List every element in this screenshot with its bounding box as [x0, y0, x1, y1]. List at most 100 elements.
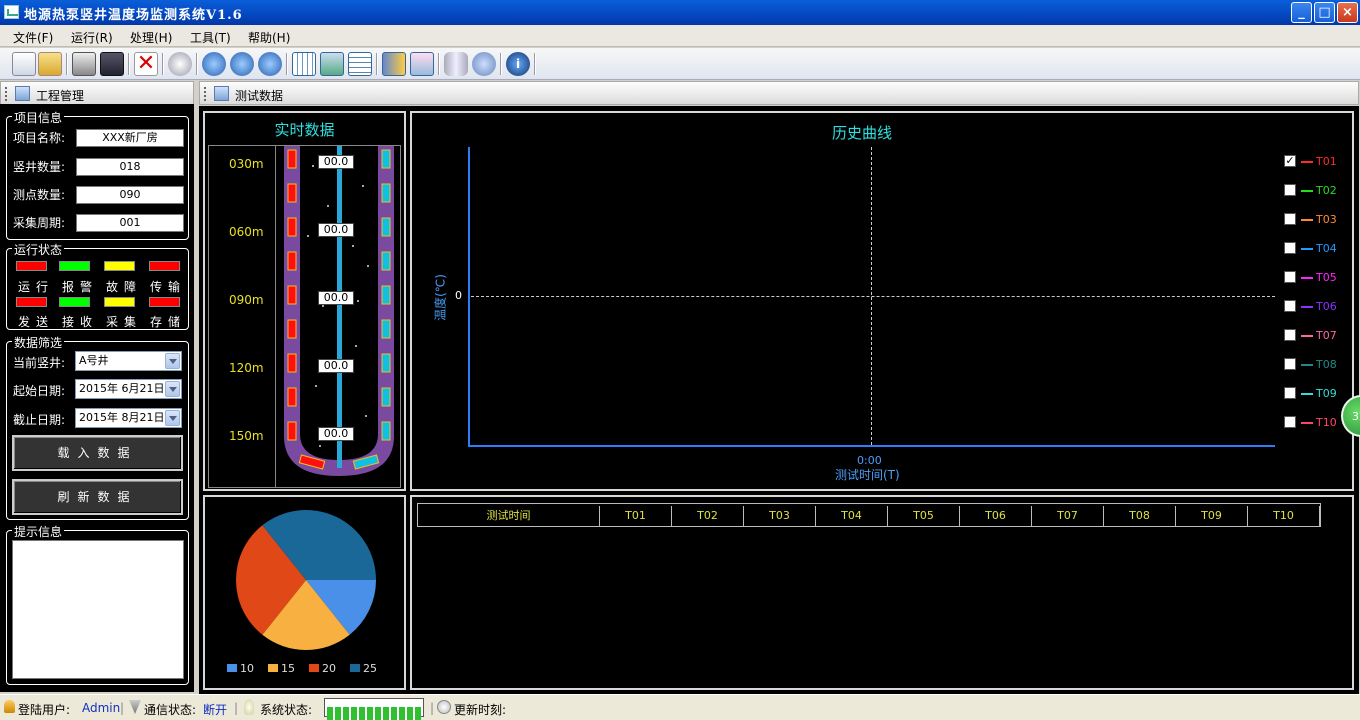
series-checkbox[interactable]	[1284, 184, 1296, 196]
load-data-button[interactable]: 载入数据	[12, 435, 183, 471]
table-header-cell[interactable]: T07	[1032, 506, 1104, 526]
play-icon[interactable]	[230, 52, 254, 76]
pie-chart: 10 15 20 25	[227, 510, 377, 675]
table-header: 测试时间 T01 T02 T03 T04 T05 T06 T07 T08 T09 T10	[417, 503, 1321, 527]
menu-help[interactable]: 帮助(H)	[248, 29, 290, 46]
series-label: T02	[1316, 184, 1337, 197]
points-count-field[interactable]: 090	[76, 186, 184, 204]
menu-file[interactable]: 文件(F)	[13, 29, 53, 46]
table-header-cell[interactable]: T10	[1248, 506, 1320, 526]
series-swatch	[1301, 161, 1313, 163]
reading-value: 00.0	[318, 291, 354, 305]
chart-icon[interactable]	[320, 52, 344, 76]
open-folder-icon[interactable]	[38, 52, 62, 76]
database-icon[interactable]	[444, 52, 468, 76]
table-header-cell[interactable]: T09	[1176, 506, 1248, 526]
reading-value: 00.0	[318, 359, 354, 373]
close-button[interactable]: ×	[1337, 2, 1358, 23]
legend-swatch	[350, 664, 360, 672]
series-checkbox[interactable]	[1284, 242, 1296, 254]
toolbar: ✕ i	[0, 48, 1360, 80]
table-header-cell[interactable]: T01	[600, 506, 672, 526]
realtime-title: 实时数据	[274, 121, 335, 139]
user-icon	[4, 700, 15, 713]
series-checkbox[interactable]	[1284, 387, 1296, 399]
series-checkbox[interactable]	[1284, 329, 1296, 341]
info-icon[interactable]: i	[506, 52, 530, 76]
led-fault	[104, 261, 135, 271]
end-date-picker[interactable]: 2015年 8月21日	[75, 408, 182, 428]
series-label: T01	[1316, 155, 1337, 168]
series-label: T03	[1316, 213, 1337, 226]
series-swatch	[1301, 248, 1313, 250]
grid-icon[interactable]	[292, 52, 316, 76]
hint-group: 提示信息	[6, 523, 189, 685]
maximize-button[interactable]: □	[1314, 2, 1335, 23]
table-header-cell[interactable]: 测试时间	[418, 506, 600, 526]
menu-process[interactable]: 处理(H)	[130, 29, 172, 46]
chevron-down-icon[interactable]	[165, 381, 180, 397]
new-file-icon[interactable]	[12, 52, 36, 76]
refresh-icon[interactable]	[472, 52, 496, 76]
reading-value: 00.0	[318, 223, 354, 237]
led-send	[16, 297, 47, 307]
history-chart-panel: 历史曲线 0 0:00 测试时间(T) 温度(℃) ✓ T01 T02 T03 T04 T…	[410, 111, 1354, 491]
realtime-panel: 实时数据 030m 060m 090m 120m 150m 00.0 00.0 …	[203, 111, 406, 491]
menu-run[interactable]: 运行(R)	[71, 29, 113, 46]
export-icon[interactable]	[410, 52, 434, 76]
collect-period-field[interactable]: 001	[76, 214, 184, 232]
minimize-button[interactable]: _	[1291, 2, 1312, 23]
table-header-cell[interactable]: T05	[888, 506, 960, 526]
chevron-down-icon[interactable]	[165, 353, 180, 369]
list-icon[interactable]	[348, 52, 372, 76]
left-panel-header: 工程管理	[0, 81, 194, 105]
well-select[interactable]: A号井	[75, 351, 182, 371]
series-checkbox[interactable]	[1284, 213, 1296, 225]
wells-count-field[interactable]: 018	[76, 158, 184, 176]
pause-icon[interactable]	[258, 52, 282, 76]
depth-label: 120m	[229, 361, 264, 375]
zero-gridline	[471, 296, 1275, 297]
depth-label: 030m	[229, 157, 264, 171]
run-status-group: 运行状态 运行 报警 故障 传输 发送 接收 采集 存储	[6, 241, 189, 330]
table-header-cell[interactable]: T02	[672, 506, 744, 526]
compare-icon[interactable]	[382, 52, 406, 76]
hint-textbox[interactable]	[12, 540, 184, 679]
data-table-panel: 测试时间 T01 T02 T03 T04 T05 T06 T07 T08 T09 T10	[410, 495, 1354, 690]
project-icon	[15, 86, 30, 101]
step-back-icon[interactable]	[202, 52, 226, 76]
table-header-cell[interactable]: T06	[960, 506, 1032, 526]
system-progress	[324, 698, 424, 720]
refresh-data-button[interactable]: 刷新数据	[12, 479, 183, 515]
table-header-cell[interactable]: T03	[744, 506, 816, 526]
series-swatch	[1301, 335, 1313, 337]
series-checkbox[interactable]	[1284, 271, 1296, 283]
print-icon[interactable]	[72, 52, 96, 76]
series-swatch	[1301, 422, 1313, 424]
x-gridline	[871, 147, 872, 445]
led-receive	[59, 297, 90, 307]
series-label: T05	[1316, 271, 1337, 284]
series-checkbox[interactable]: ✓	[1284, 155, 1296, 167]
project-name-field[interactable]: XXX新厂房	[76, 129, 184, 147]
delete-icon[interactable]: ✕	[134, 52, 158, 76]
series-swatch	[1301, 219, 1313, 221]
y-axis-label: 温度(℃)	[433, 274, 448, 321]
series-checkbox[interactable]	[1284, 300, 1296, 312]
menu-tools[interactable]: 工具(T)	[190, 29, 231, 46]
series-checkbox[interactable]	[1284, 358, 1296, 370]
save-icon[interactable]	[100, 52, 124, 76]
table-header-cell[interactable]: T08	[1104, 506, 1176, 526]
app-icon	[4, 5, 19, 19]
chevron-down-icon[interactable]	[165, 410, 180, 426]
connect-icon[interactable]	[168, 52, 192, 76]
led-transfer	[149, 261, 180, 271]
series-label: T04	[1316, 242, 1337, 255]
title-bar: 地源热泵竖井温度场监测系统V1.6 _ □ ×	[0, 0, 1360, 25]
series-checkbox[interactable]	[1284, 416, 1296, 428]
start-date-picker[interactable]: 2015年 6月21日	[75, 379, 182, 399]
table-header-cell[interactable]: T04	[816, 506, 888, 526]
led-store	[149, 297, 180, 307]
series-label: T08	[1316, 358, 1337, 371]
series-swatch	[1301, 306, 1313, 308]
